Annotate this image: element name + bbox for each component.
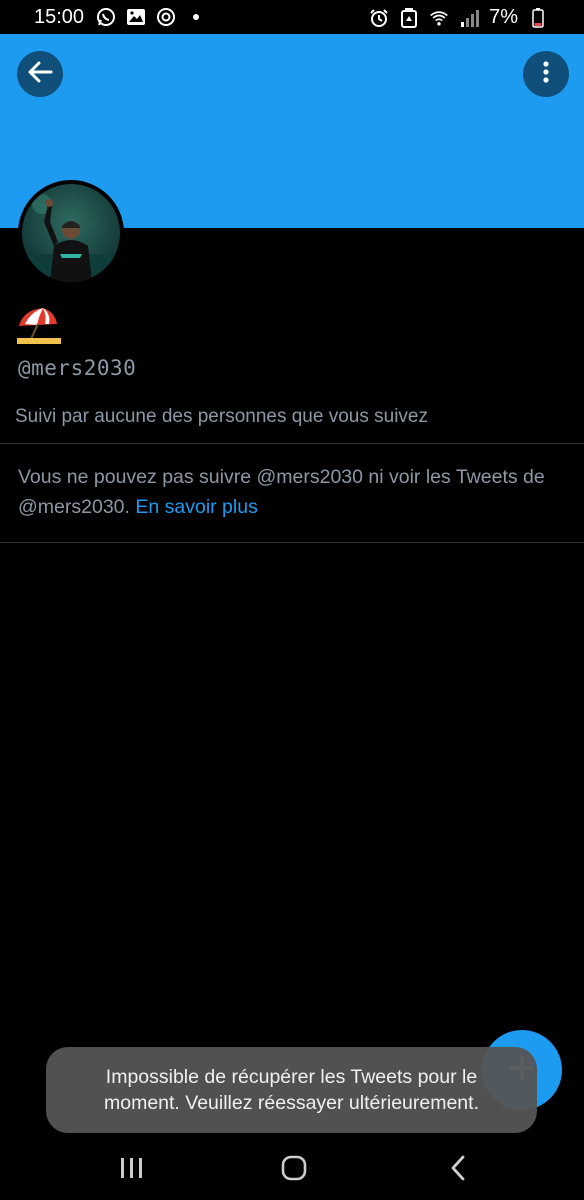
avatar[interactable] [18,180,124,286]
battery-percentage: 7% [489,6,518,28]
error-toast: Impossible de récupérer les Tweets pour … [46,1047,537,1133]
toast-line-2: moment. Veuillez réessayer ultérieuremen… [103,1092,479,1114]
recycle-icon [399,7,419,28]
nav-back-button[interactable] [438,1152,478,1188]
recents-button[interactable] [112,1152,152,1188]
protected-account-message: Vous ne pouvez pas suivre @mers2030 ni v… [18,462,558,522]
back-button[interactable] [17,51,63,97]
whatsapp-icon [96,7,116,27]
toast-line-1: Impossible de récupérer les Tweets pour … [105,1066,478,1088]
followed-by-text: Suivi par aucune des personnes que vous … [15,406,428,427]
avatar-image [22,184,120,282]
sync-icon [156,7,176,27]
chevron-left-icon [449,1155,467,1186]
home-icon [280,1154,308,1187]
profile-handle: @mers2030 [18,356,137,380]
protected-text: Vous ne pouvez pas suivre @mers2030 ni v… [18,466,545,518]
battery-icon [528,7,548,28]
recents-icon [119,1156,145,1185]
toast-message: Impossible de récupérer les Tweets pour … [104,1064,479,1116]
arrow-left-icon [27,61,53,88]
beach-umbrella-icon [17,308,61,348]
gallery-icon [126,7,146,27]
learn-more-link[interactable]: En savoir plus [135,496,257,518]
dot-icon [186,7,206,27]
status-time: 15:00 [34,6,85,28]
home-button[interactable] [274,1152,314,1188]
signal-icon [459,8,480,28]
status-left-icons [96,7,206,27]
status-bar: 15:00 7% [0,0,584,34]
more-vertical-icon [542,60,550,89]
alarm-icon [369,8,389,28]
status-right-icons: 7% [369,6,548,29]
more-options-button[interactable] [523,51,569,97]
divider [0,542,584,543]
system-nav-bar [0,1140,584,1200]
wifi-icon [429,8,449,28]
display-name-emoji [17,306,61,344]
divider [0,443,584,444]
